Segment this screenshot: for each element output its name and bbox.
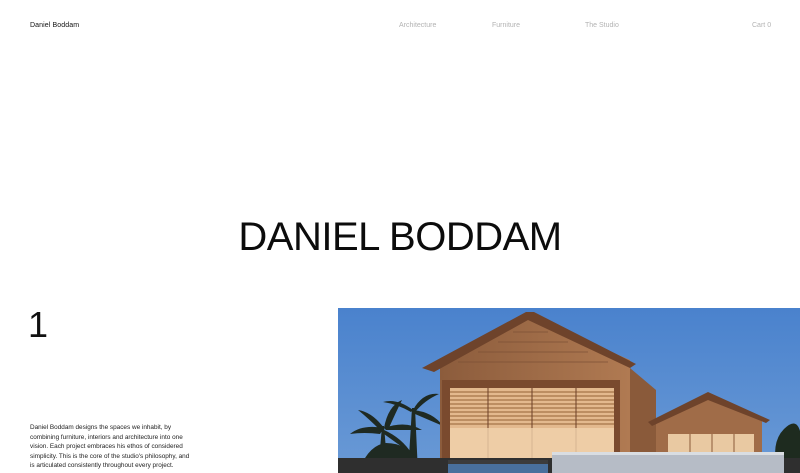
hero-title: DANIEL BODDAM xyxy=(238,215,562,259)
nav-link-architecture[interactable]: Architecture xyxy=(399,22,436,29)
section-number: 1 xyxy=(28,304,49,345)
cart-link[interactable]: Cart 0 xyxy=(752,22,771,29)
nav-link-the-studio[interactable]: The Studio xyxy=(585,22,619,29)
brand-logo-link[interactable]: Daniel Boddam xyxy=(30,22,79,29)
project-image[interactable] xyxy=(338,308,800,473)
nav-link-furniture[interactable]: Furniture xyxy=(492,22,520,29)
house-photo xyxy=(338,308,800,473)
cart-label: Cart xyxy=(752,22,766,29)
site-header: Daniel Boddam Architecture Furniture The… xyxy=(0,0,800,54)
intro-paragraph: Daniel Boddam designs the spaces we inha… xyxy=(30,424,190,469)
cart-count: 0 xyxy=(767,22,772,29)
